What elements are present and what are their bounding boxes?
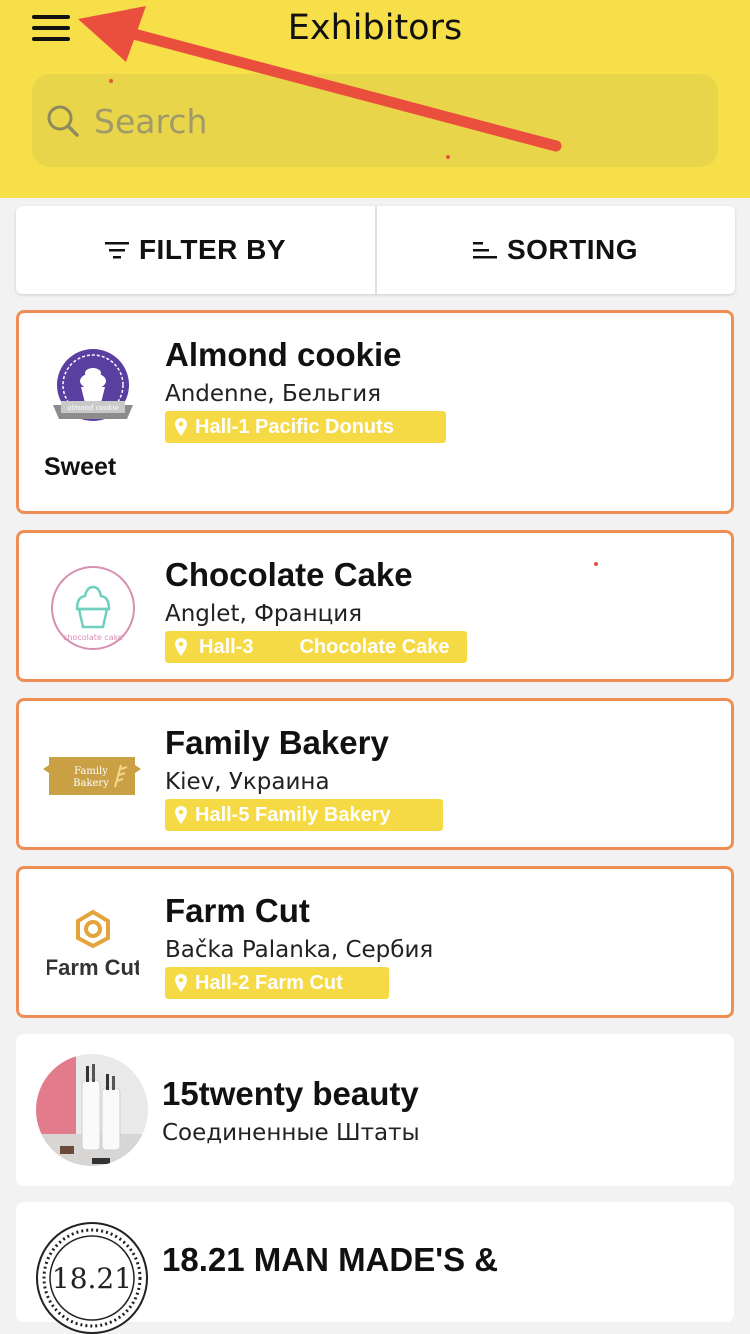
- exhibitor-name: Farm Cut: [165, 892, 310, 929]
- location-pin-icon: [175, 418, 187, 436]
- logo-text: Bakery: [73, 778, 109, 789]
- chocolate-cake-logo: chocolate cake: [51, 566, 135, 650]
- hall-badge: Hall-1 Pacific Donuts: [165, 411, 446, 443]
- search-input[interactable]: [92, 92, 696, 150]
- sort-icon: [472, 242, 497, 259]
- exhibitor-location: Соединенные Штаты: [162, 1120, 420, 1146]
- logo-text: 18.21: [52, 1262, 132, 1295]
- exhibitor-location: Bačka Palanka, Сербия: [165, 937, 434, 963]
- exhibitor-card[interactable]: chocolate cake Chocolate Cake Anglet, Фр…: [16, 530, 734, 682]
- sorting-button[interactable]: SORTING: [376, 206, 735, 294]
- logo-text: almond cookie: [67, 404, 118, 412]
- exhibitor-name: Almond cookie: [165, 336, 402, 373]
- location-pin-icon: [175, 638, 187, 656]
- exhibitor-card[interactable]: 15twenty beauty Соединенные Штаты: [16, 1034, 734, 1186]
- exhibitor-card[interactable]: Family Bakery Family Bakery Kiev, Украин…: [16, 698, 734, 850]
- almond-cookie-logo: almond cookie: [53, 349, 133, 421]
- filter-sort-bar: FILTER BY SORTING: [16, 206, 735, 294]
- search-bar[interactable]: [32, 74, 718, 167]
- exhibitor-name: 15twenty beauty: [162, 1075, 419, 1112]
- annotation-dot: [594, 562, 598, 566]
- 15twenty-beauty-photo: [36, 1054, 148, 1166]
- exhibitor-card[interactable]: Farm Cut Farm Cut Bačka Palanka, Сербия …: [16, 866, 734, 1018]
- exhibitor-category: Sweet: [44, 453, 117, 481]
- sorting-label: SORTING: [506, 234, 639, 265]
- location-pin-icon: [175, 806, 187, 824]
- exhibitor-name: 18.21 MAN MADE'S &: [162, 1241, 499, 1278]
- location-pin-icon: [175, 974, 187, 992]
- annotation-dot: [446, 155, 450, 159]
- filter-label: FILTER BY: [138, 234, 287, 265]
- filter-icon: [104, 242, 129, 259]
- annotation-dot: [109, 79, 113, 83]
- hall-label: Hall-2 Farm Cut: [195, 972, 343, 994]
- hall-label: Hall-5 Family Bakery: [195, 804, 391, 826]
- filter-button[interactable]: FILTER BY: [16, 206, 375, 294]
- 18-21-man-made-logo: 18.21: [36, 1222, 148, 1334]
- booth-label: Chocolate Cake: [299, 636, 450, 658]
- hall-badge: Hall-3 Chocolate Cake: [165, 631, 467, 663]
- search-icon: [47, 105, 79, 137]
- hall-badge: Hall-5 Family Bakery: [165, 799, 443, 831]
- app-header: Exhibitors: [0, 0, 750, 198]
- exhibitor-location: Kiev, Украина: [165, 769, 330, 795]
- hall-badge: Hall-2 Farm Cut: [165, 967, 389, 999]
- exhibitor-location: Andenne, Бельгия: [165, 381, 382, 407]
- logo-text: chocolate cake: [63, 633, 123, 642]
- logo-text: Family: [74, 766, 108, 777]
- page-title: Exhibitors: [287, 8, 463, 48]
- exhibitor-name: Family Bakery: [165, 724, 389, 761]
- exhibitor-card[interactable]: almond cookie Almond cookie Andenne, Бел…: [16, 310, 734, 514]
- exhibitor-location: Anglet, Франция: [165, 601, 363, 627]
- exhibitor-card[interactable]: 18.21 18.21 MAN MADE'S &: [16, 1202, 734, 1334]
- hall-label: Hall-3: [199, 636, 254, 658]
- hall-label: Hall-1 Pacific Donuts: [195, 416, 394, 438]
- farm-cut-logo: Farm Cut: [47, 909, 139, 980]
- logo-text: Farm Cut: [47, 955, 139, 980]
- family-bakery-logo: Family Bakery: [43, 757, 141, 795]
- exhibitor-name: Chocolate Cake: [165, 556, 413, 593]
